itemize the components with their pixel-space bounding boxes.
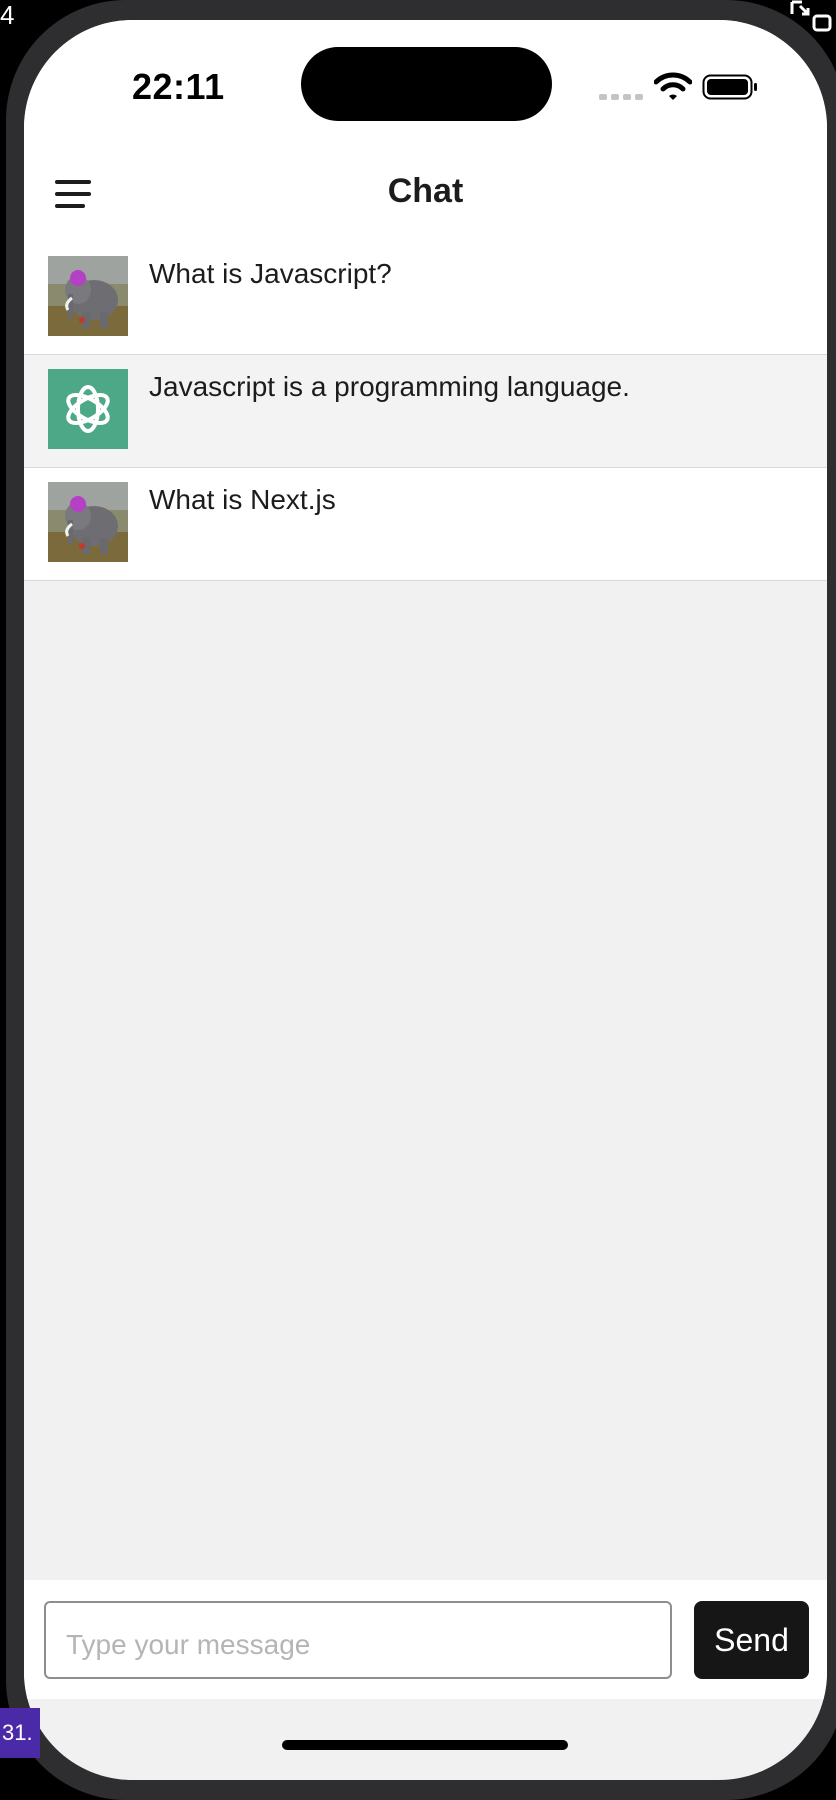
status-time: 22:11 [132,66,225,107]
message-input[interactable] [44,1601,672,1679]
message-composer: Send [24,1580,827,1699]
chat-message: What is Javascript? [24,242,827,355]
status-bar: 22:11 [24,20,827,150]
cellular-signal-icon [599,94,643,100]
phone-screen: 22:11 Chat What is Javascript? Javascrip… [24,20,827,1780]
wifi-icon [654,72,692,100]
send-button[interactable]: Send [694,1601,809,1679]
elephant-avatar [48,256,128,336]
openai-logo-icon [48,369,128,449]
chat-message: Javascript is a programming language. [24,355,827,468]
page-title: Chat [387,172,464,210]
message-list: What is Javascript? Javascript is a prog… [24,242,827,581]
app-header: Chat [24,150,827,243]
chat-message: What is Next.js [24,468,827,581]
home-indicator [282,1740,568,1750]
desktop-corner-badge: 31. [0,1708,40,1758]
message-text: What is Javascript? [149,258,392,289]
message-text: What is Next.js [149,484,336,515]
phone-frame: 22:11 Chat What is Javascript? Javascrip… [6,0,836,1800]
message-text: Javascript is a programming language. [149,371,630,402]
battery-icon [702,74,757,100]
desktop-corner-label: 4 [0,0,15,30]
elephant-avatar [48,482,128,562]
dynamic-island [301,47,552,121]
